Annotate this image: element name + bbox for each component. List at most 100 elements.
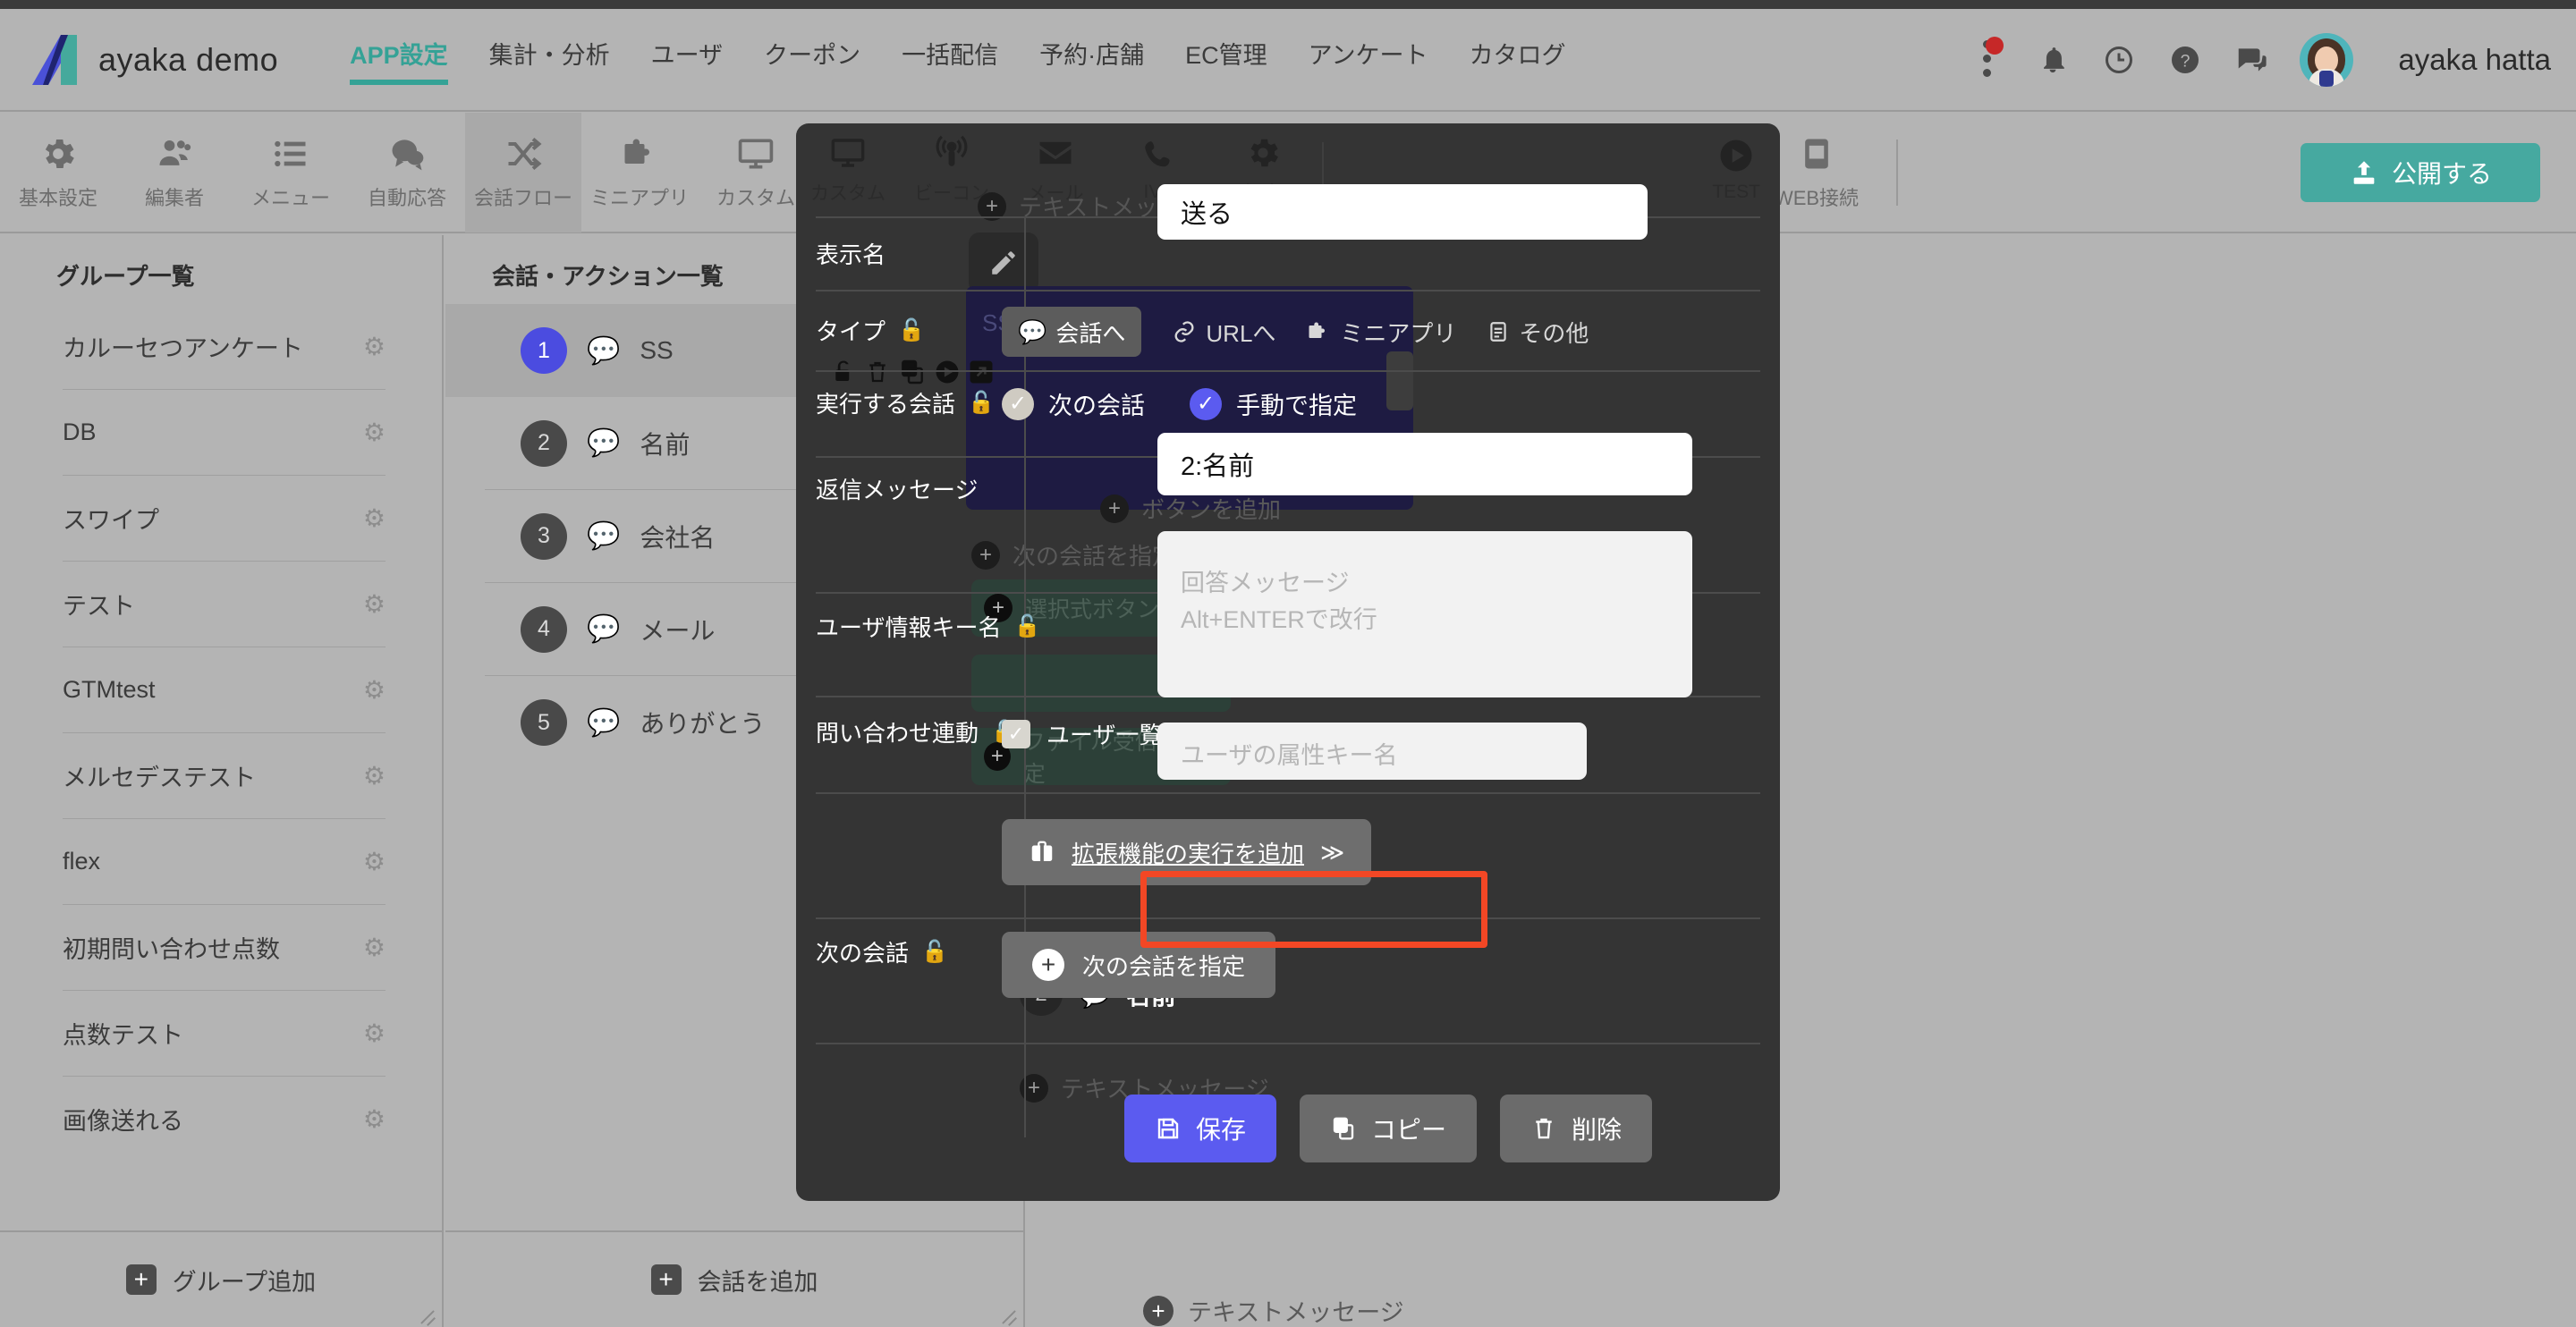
gear-icon[interactable]: ⚙ xyxy=(363,933,386,962)
chat-bubble-icon: 💬 xyxy=(587,614,621,644)
copy-button[interactable]: コピー xyxy=(1300,1095,1478,1162)
chat-icon[interactable] xyxy=(2233,39,2269,80)
group-item[interactable]: スワイプ ⚙ xyxy=(63,476,386,562)
group-item[interactable]: メルセデステスト ⚙ xyxy=(63,733,386,819)
lock-icon[interactable]: 🔓 xyxy=(968,390,995,416)
execute-conversation-select[interactable]: 2:名前 xyxy=(1157,433,1692,495)
gear-icon[interactable]: ⚙ xyxy=(363,418,386,447)
delete-button[interactable]: 削除 xyxy=(1500,1095,1653,1162)
publish-button[interactable]: 公開する xyxy=(2301,143,2540,202)
bell-icon[interactable] xyxy=(2035,39,2071,80)
display-name-input[interactable]: 送る xyxy=(1157,184,1648,240)
inquiry-link-label: 問い合わせ連動 xyxy=(816,720,979,747)
plus-icon: + xyxy=(1143,1295,1174,1326)
add-conversation-button[interactable]: + 会話を追加 xyxy=(445,1230,1023,1327)
gear-icon[interactable]: ⚙ xyxy=(363,1104,386,1134)
group-item[interactable]: DB ⚙ xyxy=(63,390,386,476)
plus-icon: + xyxy=(1032,949,1064,981)
toolbar-label: カスタム xyxy=(716,187,795,209)
clock-icon[interactable] xyxy=(2101,39,2137,80)
nav-item-coupon[interactable]: クーポン xyxy=(764,36,860,83)
modal-divider xyxy=(816,1043,1760,1044)
toolbar-item-menu[interactable]: メニュー xyxy=(233,113,349,232)
nav-item-broadcast[interactable]: 一括配信 xyxy=(902,36,998,83)
help-icon[interactable]: ? xyxy=(2167,39,2203,80)
toolbar-divider-3 xyxy=(1896,139,1898,206)
radio-off-icon: ✓ xyxy=(1002,387,1034,420)
groups-pane: グループ一覧 カルーセつアンケート ⚙ DB ⚙ スワイプ ⚙ テスト ⚙ GTMtes… xyxy=(0,235,444,1327)
extension-chevron-icon: ≫ xyxy=(1320,838,1345,866)
avatar[interactable] xyxy=(2300,32,2354,87)
nav-item-ec-management[interactable]: EC管理 xyxy=(1185,36,1267,83)
add-group-label: グループ追加 xyxy=(172,1268,317,1296)
lock-icon[interactable]: 🔓 xyxy=(921,939,948,965)
gear-icon[interactable]: ⚙ xyxy=(363,1018,386,1048)
conversation-label: ありがとう xyxy=(640,710,766,738)
resize-grip[interactable] xyxy=(417,1304,436,1323)
brand-name: ayaka demo xyxy=(98,40,279,78)
group-item[interactable]: GTMtest ⚙ xyxy=(63,647,386,733)
chat-bubble-icon: 💬 xyxy=(587,428,621,458)
flow-add-text-message[interactable]: + テキストメッセージ xyxy=(1143,1293,1404,1327)
toolbar-item-basic-settings[interactable]: 基本設定 xyxy=(0,113,116,232)
nav-item-app-settings[interactable]: APP設定 xyxy=(350,36,448,85)
group-label: 画像送れる xyxy=(63,1108,183,1135)
user-key-placeholder: ユーザの属性キー名 xyxy=(1181,742,1398,769)
radio-label: 手動で指定 xyxy=(1236,393,1357,419)
user-key-input[interactable]: ユーザの属性キー名 xyxy=(1157,723,1587,780)
nav-item-users[interactable]: ユーザ xyxy=(651,36,723,83)
lock-icon[interactable]: 🔓 xyxy=(898,317,925,343)
user-key-label-wrap: ユーザ情報キー名 🔓 xyxy=(796,592,1040,643)
execute-conversation-label-wrap: 実行する会話 🔓 xyxy=(796,370,1002,419)
group-item[interactable]: 初期問い合わせ点数 ⚙ xyxy=(63,905,386,991)
gear-icon[interactable]: ⚙ xyxy=(363,503,386,533)
group-item[interactable]: テスト ⚙ xyxy=(63,562,386,647)
type-option-mini-app[interactable]: ミニアプリ xyxy=(1306,316,1456,349)
group-label: テスト xyxy=(63,593,135,620)
conversation-label: SS xyxy=(640,336,674,364)
toolbar-item-mini-app[interactable]: ミニアプリ xyxy=(581,113,698,232)
kebab-menu-icon[interactable] xyxy=(1969,36,2004,80)
resize-grip[interactable] xyxy=(998,1304,1018,1323)
chat-bubble-icon: 💬 xyxy=(587,521,621,551)
nav-item-analytics[interactable]: 集計・分析 xyxy=(489,36,610,83)
type-option-url[interactable]: URLへ xyxy=(1172,316,1275,349)
flow-add-text-message-label: テキストメッセージ xyxy=(1188,1299,1404,1326)
toolbar-item-auto-reply[interactable]: 自動応答 xyxy=(349,113,465,232)
toolbar-item-editors[interactable]: 編集者 xyxy=(116,113,233,232)
nav-item-survey[interactable]: アンケート xyxy=(1309,36,1428,83)
type-option-label: 会話へ xyxy=(1055,319,1126,347)
gear-icon[interactable]: ⚙ xyxy=(363,332,386,361)
add-conversation-label: 会話を追加 xyxy=(697,1268,818,1296)
radio-next-conversation[interactable]: ✓ 次の会話 xyxy=(1002,386,1145,421)
groups-pane-title: グループ一覧 xyxy=(56,263,195,290)
type-option-other[interactable]: その他 xyxy=(1487,316,1589,349)
gear-icon[interactable]: ⚙ xyxy=(363,589,386,619)
nav-item-catalog[interactable]: カタログ xyxy=(1470,36,1566,83)
conversation-number: 1 xyxy=(521,327,567,374)
type-option-conversation[interactable]: 💬 会話へ xyxy=(1002,307,1142,357)
group-item[interactable]: 画像送れる ⚙ xyxy=(63,1077,386,1149)
nav-item-reservation-store[interactable]: 予約·店舗 xyxy=(1039,36,1144,83)
conversation-label: 名前 xyxy=(640,430,691,459)
toolbar-label: 会話フロー xyxy=(473,187,572,209)
gear-icon[interactable]: ⚙ xyxy=(363,675,386,705)
gear-icon[interactable]: ⚙ xyxy=(363,847,386,876)
radio-manual-specify[interactable]: ✓ 手動で指定 xyxy=(1190,386,1357,421)
group-label: スワイプ xyxy=(63,507,159,534)
user-key-label: ユーザ情報キー名 xyxy=(816,614,1002,641)
reply-message-textarea[interactable]: 回答メッセージ Alt+ENTERで改行 xyxy=(1157,531,1692,697)
group-item[interactable]: 点数テスト ⚙ xyxy=(63,991,386,1077)
gear-icon[interactable]: ⚙ xyxy=(363,761,386,790)
lock-icon[interactable]: 🔓 xyxy=(1013,613,1040,639)
group-item[interactable]: カルーセつアンケート ⚙ xyxy=(63,304,386,390)
ghost-label: カスタム xyxy=(810,183,886,204)
toolbar-item-conversation-flow[interactable]: 会話フロー xyxy=(465,113,581,232)
save-button[interactable]: 保存 xyxy=(1124,1095,1277,1162)
plus-icon: + xyxy=(650,1264,682,1295)
group-label: GTMtest xyxy=(63,676,156,703)
add-group-button[interactable]: + グループ追加 xyxy=(0,1230,442,1327)
group-item[interactable]: flex ⚙ xyxy=(63,819,386,905)
execute-conversation-label: 実行する会話 xyxy=(816,391,956,418)
brand[interactable]: ayaka demo xyxy=(27,33,278,87)
